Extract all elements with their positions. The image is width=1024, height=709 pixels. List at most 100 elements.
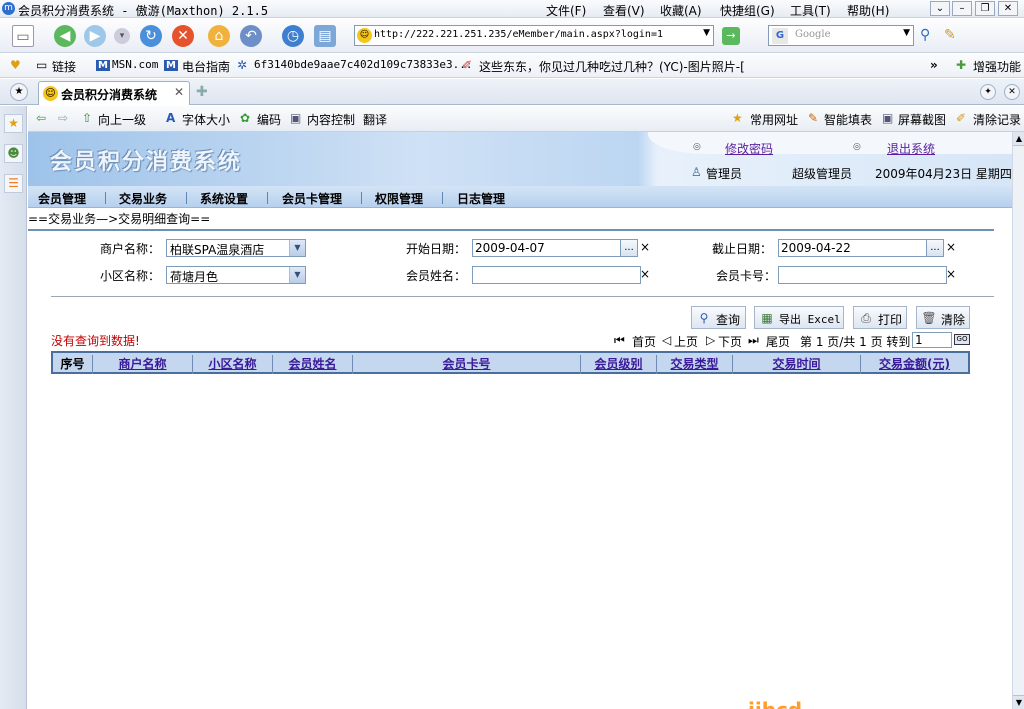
chevron-down-icon[interactable]: ▼ xyxy=(289,267,305,283)
column-transaction-type[interactable]: 交易类型 xyxy=(657,355,733,374)
prev-page-link[interactable]: 上页 xyxy=(674,333,698,350)
start-date-picker-button[interactable]: ... xyxy=(620,239,638,257)
tab-menu-icon[interactable]: ★ xyxy=(10,83,28,101)
member-name-input[interactable] xyxy=(472,266,641,284)
search-box[interactable]: G Google ▼ xyxy=(768,25,914,46)
window-icon[interactable]: ▤ xyxy=(314,25,336,47)
link-links[interactable]: 链接 xyxy=(52,58,76,75)
change-password-link[interactable]: 修改密码 xyxy=(725,140,773,157)
nav-permissions[interactable]: 权限管理 xyxy=(375,190,423,207)
link-hash[interactable]: 6f3140bde9aae7c402d109c73833e3... xyxy=(254,58,473,71)
menu-groups[interactable]: 快捷组(G) xyxy=(720,2,775,19)
menu-tools[interactable]: 工具(T) xyxy=(790,2,831,19)
menu-collapse-icon[interactable]: ⌄ xyxy=(930,1,950,16)
history-dropdown-icon[interactable]: ▾ xyxy=(114,28,130,44)
goto-page-input[interactable]: 1 xyxy=(912,332,952,348)
nav-transactions[interactable]: 交易业务 xyxy=(119,190,167,207)
rss-icon[interactable]: ☰ xyxy=(4,174,23,193)
menu-favorites[interactable]: 收藏(A) xyxy=(660,2,702,19)
link-food-photos[interactable]: 这些东东，你见过几种吃过几种？(YC)-图片照片-[ xyxy=(479,58,759,75)
area-select[interactable]: 荷塘月色 ▼ xyxy=(166,266,306,284)
address-bar[interactable]: ☺ http://222.221.251.235/eMember/main.as… xyxy=(354,25,714,46)
menu-view[interactable]: 查看(V) xyxy=(603,2,645,19)
restore-icon[interactable]: ❐ xyxy=(975,1,995,16)
translate-button[interactable]: 翻译 xyxy=(363,111,387,128)
up-level-button[interactable]: 向上一级 xyxy=(98,111,146,128)
link-msn[interactable]: MSN.com xyxy=(112,58,158,71)
column-card-number[interactable]: 会员卡号 xyxy=(353,355,581,374)
back-icon[interactable]: ◀ xyxy=(54,25,76,47)
menu-help[interactable]: 帮助(H) xyxy=(847,2,889,19)
nav-logs[interactable]: 日志管理 xyxy=(457,190,505,207)
clock-icon[interactable]: ◷ xyxy=(282,25,304,47)
common-urls-button[interactable]: 常用网址 xyxy=(750,111,798,128)
page-forward-icon[interactable]: ⇨ xyxy=(58,111,68,125)
menu-file[interactable]: 文件(F) xyxy=(546,2,586,19)
tab-close-all-icon[interactable]: ✕ xyxy=(1004,84,1020,100)
card-number-input[interactable] xyxy=(778,266,947,284)
undo-icon[interactable]: ↶ xyxy=(240,25,262,47)
clear-button[interactable]: 🗑 清除 xyxy=(916,306,970,329)
merchant-select[interactable]: 柏联SPA温泉酒店 ▼ xyxy=(166,239,306,257)
prev-page-icon[interactable]: ◁ xyxy=(662,333,671,347)
nav-card-management[interactable]: 会员卡管理 xyxy=(282,190,342,207)
refresh-icon[interactable]: ↻ xyxy=(140,25,162,47)
favorites-star-icon[interactable]: ★ xyxy=(4,114,23,133)
highlight-icon[interactable]: ✎ xyxy=(944,27,956,43)
column-area[interactable]: 小区名称 xyxy=(193,355,273,374)
address-input[interactable]: http://222.221.251.235/eMember/main.aspx… xyxy=(374,29,663,40)
start-date-input[interactable]: 2009-04-07 xyxy=(472,239,622,257)
column-merchant[interactable]: 商户名称 xyxy=(93,355,193,374)
go-icon[interactable]: → xyxy=(722,27,740,45)
search-dropdown-icon[interactable]: ▼ xyxy=(903,28,910,38)
link-enhance[interactable]: 增强功能 xyxy=(973,58,1021,75)
nav-system-settings[interactable]: 系统设置 xyxy=(200,190,248,207)
chevron-down-icon[interactable]: ▼ xyxy=(289,240,305,256)
font-size-button[interactable]: 字体大小 xyxy=(182,111,230,128)
new-page-icon[interactable]: ▭ xyxy=(12,25,34,47)
content-control-button[interactable]: 内容控制 xyxy=(307,111,355,128)
member-name-clear-icon[interactable]: × xyxy=(640,267,650,281)
forward-icon[interactable]: ▶ xyxy=(84,25,106,47)
start-date-clear-icon[interactable]: × xyxy=(640,240,650,254)
print-button[interactable]: ⎙ 打印 xyxy=(853,306,907,329)
column-amount[interactable]: 交易金额(元) xyxy=(861,355,968,374)
export-excel-button[interactable]: ▦ 导出 Excel xyxy=(754,306,844,329)
close-window-icon[interactable]: ✕ xyxy=(998,1,1018,16)
tab-close-icon[interactable]: ✕ xyxy=(174,85,184,99)
nav-member-management[interactable]: 会员管理 xyxy=(38,190,86,207)
card-number-clear-icon[interactable]: × xyxy=(946,267,956,281)
smart-fill-button[interactable]: 智能填表 xyxy=(824,111,872,128)
column-member-name[interactable]: 会员姓名 xyxy=(273,355,353,374)
stop-icon[interactable]: ✕ xyxy=(172,25,194,47)
clear-history-button[interactable]: 清除记录 xyxy=(973,111,1021,128)
vertical-scrollbar[interactable]: ▲ ▼ xyxy=(1012,132,1024,709)
page-back-icon[interactable]: ⇦ xyxy=(36,111,46,125)
first-page-link[interactable]: 首页 xyxy=(632,333,656,350)
logout-link[interactable]: 退出系统 xyxy=(887,140,935,157)
query-button[interactable]: ⚲ 查询 xyxy=(691,306,746,329)
address-dropdown-icon[interactable]: ▼ xyxy=(703,28,710,38)
last-page-icon[interactable]: ⏭ xyxy=(748,333,759,348)
new-tab-icon[interactable]: ✚ xyxy=(196,84,208,100)
column-transaction-time[interactable]: 交易时间 xyxy=(733,355,861,374)
favorites-heart-icon[interactable]: ♥ xyxy=(10,58,21,72)
next-page-link[interactable]: 下页 xyxy=(718,333,742,350)
scroll-up-icon[interactable]: ▲ xyxy=(1013,132,1024,146)
screenshot-button[interactable]: 屏幕截图 xyxy=(898,111,946,128)
last-page-link[interactable]: 尾页 xyxy=(766,333,790,350)
first-page-icon[interactable]: ⏮ xyxy=(614,333,625,348)
encoding-button[interactable]: 编码 xyxy=(257,111,281,128)
end-date-input[interactable]: 2009-04-22 xyxy=(778,239,928,257)
column-member-level[interactable]: 会员级别 xyxy=(581,355,657,374)
search-icon[interactable]: ⚲ xyxy=(920,27,930,43)
tab-tools-icon[interactable]: ✦ xyxy=(980,84,996,100)
end-date-clear-icon[interactable]: × xyxy=(946,240,956,254)
home-icon[interactable]: ⌂ xyxy=(208,25,230,47)
google-icon[interactable]: G xyxy=(772,28,788,44)
more-links-icon[interactable]: » xyxy=(930,58,938,72)
tab-member-system[interactable]: ☺ 会员积分消费系统 ✕ xyxy=(38,81,190,105)
scroll-down-icon[interactable]: ▼ xyxy=(1013,695,1024,709)
end-date-picker-button[interactable]: ... xyxy=(926,239,944,257)
link-radio-guide[interactable]: 电台指南 xyxy=(182,58,230,75)
